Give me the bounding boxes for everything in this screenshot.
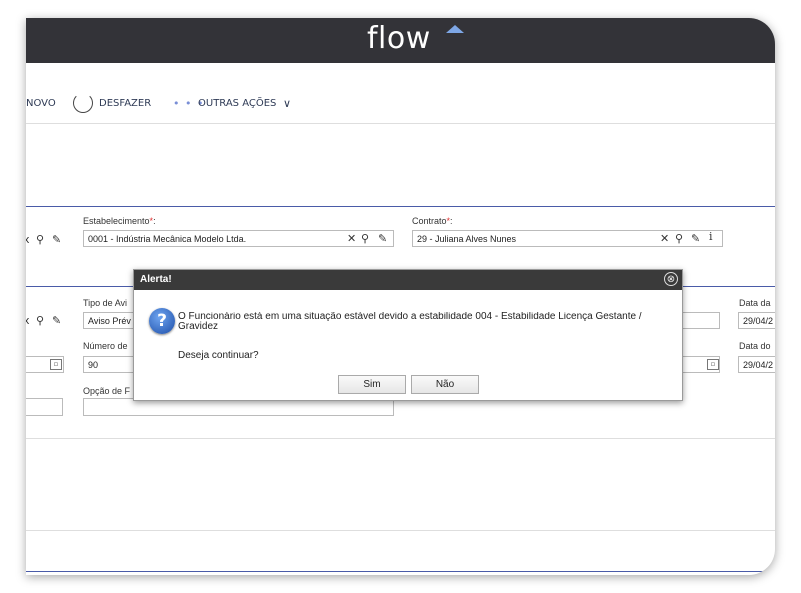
toolbar-divider xyxy=(26,123,775,124)
edit-icon[interactable]: ✎ xyxy=(378,232,387,245)
clear-icon[interactable]: x xyxy=(26,314,30,327)
clear-icon[interactable]: x xyxy=(26,233,30,246)
clear-icon[interactable]: ✕ xyxy=(347,232,356,245)
data1-label: Data da xyxy=(739,298,771,308)
calendar-icon[interactable]: ▫ xyxy=(707,359,719,370)
top-bar: flow xyxy=(26,18,775,63)
chevron-down-icon[interactable]: ∨ xyxy=(283,97,291,110)
tipo-label: Tipo de Avi xyxy=(83,298,128,308)
edit-icon[interactable]: ✎ xyxy=(52,314,61,327)
dialog-title: Alerta! xyxy=(140,274,172,285)
search-icon[interactable]: ⚲ xyxy=(675,232,683,245)
search-icon[interactable]: ⚲ xyxy=(36,314,44,327)
opcao-label: Opção de F xyxy=(83,386,131,396)
data1-field[interactable]: 29/04/2 xyxy=(738,312,775,329)
question-icon: ? xyxy=(149,308,175,334)
data2-label: Data do xyxy=(739,341,771,351)
dialog-message: O Funcionário está em uma situação estáv… xyxy=(178,312,642,332)
more-actions-button[interactable]: OUTRAS AÇÕES xyxy=(198,98,276,109)
yes-button[interactable]: Sim xyxy=(338,375,406,394)
search-icon[interactable]: ⚲ xyxy=(361,232,369,245)
no-button[interactable]: Não xyxy=(411,375,479,394)
edit-icon[interactable]: ✎ xyxy=(691,232,700,245)
flow-logo: flow xyxy=(367,21,431,56)
dialog-question: Deseja continuar? xyxy=(178,350,259,361)
search-icon[interactable]: ⚲ xyxy=(36,233,44,246)
contrato-label: Contrato*: xyxy=(412,216,453,226)
info-icon[interactable]: i xyxy=(709,230,713,243)
section-divider xyxy=(26,530,775,531)
close-icon[interactable]: ⊗ xyxy=(664,272,678,286)
new-button[interactable]: NOVO xyxy=(26,98,56,109)
alert-dialog: Alerta! ⊗ ? O Funcionário está em uma si… xyxy=(133,269,683,401)
numero-label: Número de xyxy=(83,341,128,351)
bottom-divider xyxy=(26,571,775,572)
undo-button[interactable]: DESFAZER xyxy=(99,98,151,109)
left-field-3[interactable] xyxy=(26,398,63,416)
logo-arrow-icon xyxy=(446,25,464,33)
dialog-header: Alerta! ⊗ xyxy=(134,270,682,290)
calendar-icon[interactable]: ▫ xyxy=(50,359,62,370)
app-window: flow NOVO DESFAZER • • • OUTRAS AÇÕES ∨ … xyxy=(26,18,775,575)
data2-field[interactable]: 29/04/2 xyxy=(738,356,775,373)
clear-icon[interactable]: ✕ xyxy=(660,232,669,245)
estab-label: Estabelecimento*: xyxy=(83,216,156,226)
section-divider xyxy=(26,438,775,439)
undo-icon[interactable] xyxy=(73,93,93,113)
edit-icon[interactable]: ✎ xyxy=(52,233,61,246)
section-divider xyxy=(26,206,775,207)
